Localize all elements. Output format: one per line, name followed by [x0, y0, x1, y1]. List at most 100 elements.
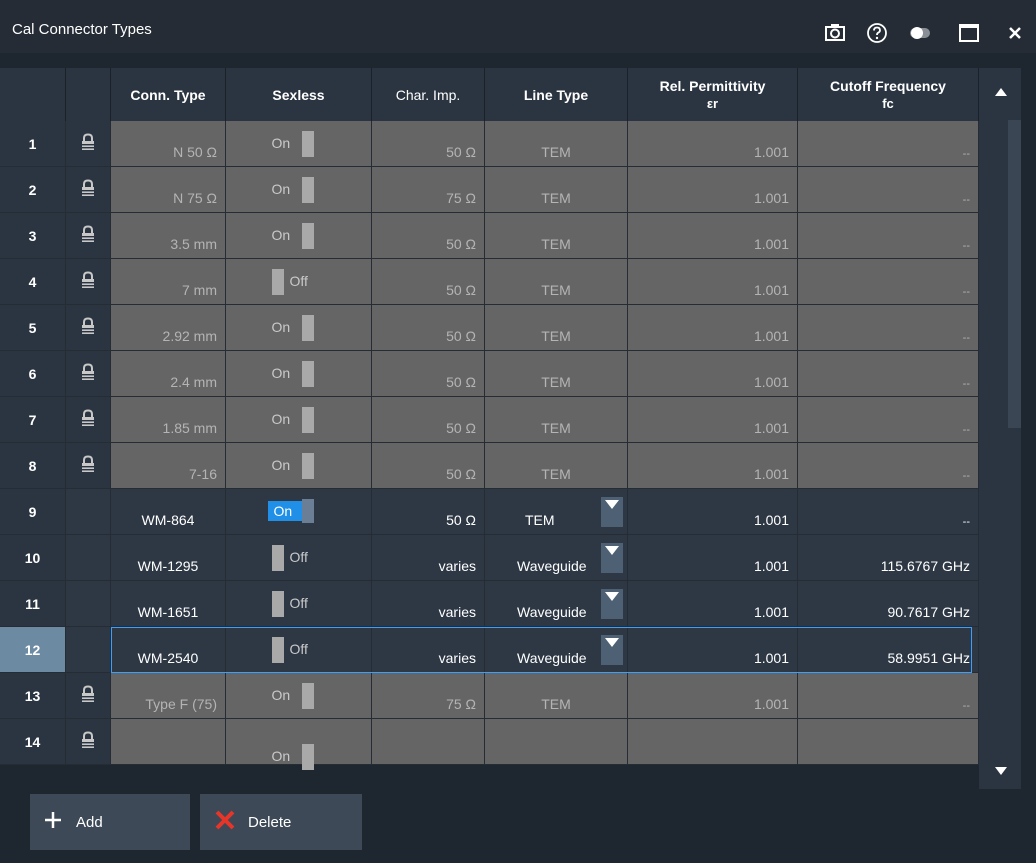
line-type-dropdown-icon[interactable]: [601, 497, 623, 527]
row-number[interactable]: 13: [0, 673, 66, 719]
sexless-cell[interactable]: On: [226, 121, 372, 167]
sexless-toggle[interactable]: Off: [264, 636, 334, 663]
table-row[interactable]: 12 WM-2540 Off varies Waveguide 1.001 58.9951 …: [0, 627, 979, 673]
conn-type-cell[interactable]: 3.5 mm: [111, 213, 226, 259]
sexless-cell[interactable]: Off: [226, 627, 372, 673]
row-number[interactable]: 4: [0, 259, 66, 305]
line-type-cell[interactable]: TEM: [485, 443, 628, 489]
sexless-cell[interactable]: On: [226, 305, 372, 351]
sexless-cell[interactable]: On: [226, 397, 372, 443]
sexless-toggle[interactable]: Off: [264, 544, 334, 571]
char-imp-cell[interactable]: 50 Ω: [372, 351, 485, 397]
table-row[interactable]: 13 Type F (75) On 75 Ω TEM 1.001 --: [0, 673, 979, 719]
cutoff-frequency-cell[interactable]: --: [798, 259, 979, 305]
char-imp-cell[interactable]: 50 Ω: [372, 489, 485, 535]
table-row[interactable]: 2 N 75 Ω On 75 Ω TEM 1.001 --: [0, 167, 979, 213]
sexless-toggle[interactable]: On: [264, 314, 334, 341]
line-type-cell[interactable]: TEM: [485, 673, 628, 719]
char-imp-cell[interactable]: varies: [372, 581, 485, 627]
line-type-cell[interactable]: [485, 719, 628, 765]
rel-permittivity-cell[interactable]: 1.001: [628, 121, 798, 167]
scroll-thumb[interactable]: [1008, 120, 1021, 428]
line-type-cell[interactable]: Waveguide: [485, 627, 628, 673]
sexless-toggle[interactable]: On: [264, 360, 334, 387]
table-row[interactable]: 11 WM-1651 Off varies Waveguide 1.001 90.7617 …: [0, 581, 979, 627]
char-imp-cell[interactable]: varies: [372, 627, 485, 673]
sexless-toggle[interactable]: On: [264, 176, 334, 203]
char-imp-cell[interactable]: 75 Ω: [372, 673, 485, 719]
camera-icon[interactable]: [824, 22, 846, 44]
conn-type-cell[interactable]: WM-2540: [111, 627, 226, 673]
conn-type-cell[interactable]: 7-16: [111, 443, 226, 489]
row-number[interactable]: 6: [0, 351, 66, 397]
header-cutoff-frequency[interactable]: Cutoff Frequency fc: [798, 68, 979, 121]
line-type-dropdown-icon[interactable]: [601, 635, 623, 665]
sexless-toggle[interactable]: On: [264, 406, 334, 433]
rel-permittivity-cell[interactable]: 1.001: [628, 351, 798, 397]
sexless-toggle[interactable]: On: [264, 498, 334, 525]
char-imp-cell[interactable]: 50 Ω: [372, 305, 485, 351]
help-icon[interactable]: [866, 22, 888, 44]
cutoff-frequency-cell[interactable]: 90.7617 GHz: [798, 581, 979, 627]
table-row[interactable]: 14 On: [0, 719, 979, 770]
line-type-cell[interactable]: TEM: [485, 397, 628, 443]
cutoff-frequency-cell[interactable]: --: [798, 305, 979, 351]
rel-permittivity-cell[interactable]: 1.001: [628, 397, 798, 443]
row-number[interactable]: 7: [0, 397, 66, 443]
toggle-display-icon[interactable]: [908, 22, 930, 44]
line-type-cell[interactable]: TEM: [485, 259, 628, 305]
line-type-cell[interactable]: TEM: [485, 121, 628, 167]
sexless-cell[interactable]: Off: [226, 581, 372, 627]
header-char-imp[interactable]: Char. Imp.: [372, 68, 485, 121]
rel-permittivity-cell[interactable]: 1.001: [628, 305, 798, 351]
rel-permittivity-cell[interactable]: 1.001: [628, 535, 798, 581]
char-imp-cell[interactable]: 50 Ω: [372, 121, 485, 167]
rel-permittivity-cell[interactable]: 1.001: [628, 489, 798, 535]
char-imp-cell[interactable]: [372, 719, 485, 765]
row-number[interactable]: 14: [0, 719, 66, 765]
sexless-cell[interactable]: Off: [226, 259, 372, 305]
table-row[interactable]: 8 7-16 On 50 Ω TEM 1.001 --: [0, 443, 979, 489]
cutoff-frequency-cell[interactable]: [798, 719, 979, 765]
row-number[interactable]: 9: [0, 489, 66, 535]
line-type-cell[interactable]: Waveguide: [485, 581, 628, 627]
row-number[interactable]: 5: [0, 305, 66, 351]
conn-type-cell[interactable]: [111, 719, 226, 765]
rel-permittivity-cell[interactable]: 1.001: [628, 443, 798, 489]
header-rel-permittivity[interactable]: Rel. Permittivity εr: [628, 68, 798, 121]
maximize-icon[interactable]: [958, 22, 980, 44]
row-number[interactable]: 2: [0, 167, 66, 213]
sexless-cell[interactable]: On: [226, 213, 372, 259]
sexless-cell[interactable]: On: [226, 443, 372, 489]
sexless-toggle[interactable]: On: [264, 222, 334, 249]
cutoff-frequency-cell[interactable]: --: [798, 443, 979, 489]
char-imp-cell[interactable]: 75 Ω: [372, 167, 485, 213]
cutoff-frequency-cell[interactable]: --: [798, 213, 979, 259]
conn-type-cell[interactable]: 2.92 mm: [111, 305, 226, 351]
cutoff-frequency-cell[interactable]: --: [798, 121, 979, 167]
sexless-cell[interactable]: On: [226, 673, 372, 719]
cutoff-frequency-cell[interactable]: --: [798, 167, 979, 213]
add-button[interactable]: Add: [30, 794, 190, 850]
conn-type-cell[interactable]: 1.85 mm: [111, 397, 226, 443]
header-conn-type[interactable]: Conn. Type: [111, 68, 226, 121]
table-row[interactable]: 6 2.4 mm On 50 Ω TEM 1.001 --: [0, 351, 979, 397]
conn-type-cell[interactable]: N 50 Ω: [111, 121, 226, 167]
char-imp-cell[interactable]: varies: [372, 535, 485, 581]
rel-permittivity-cell[interactable]: 1.001: [628, 673, 798, 719]
row-number[interactable]: 12: [0, 627, 66, 673]
conn-type-cell[interactable]: Type F (75): [111, 673, 226, 719]
cutoff-frequency-cell[interactable]: --: [798, 397, 979, 443]
cutoff-frequency-cell[interactable]: --: [798, 673, 979, 719]
sexless-cell[interactable]: On: [226, 167, 372, 213]
char-imp-cell[interactable]: 50 Ω: [372, 443, 485, 489]
delete-button[interactable]: Delete: [200, 794, 362, 850]
row-number[interactable]: 1: [0, 121, 66, 167]
line-type-dropdown-icon[interactable]: [601, 589, 623, 619]
sexless-toggle[interactable]: On: [264, 130, 334, 157]
conn-type-cell[interactable]: WM-864: [111, 489, 226, 535]
sexless-toggle[interactable]: On: [264, 743, 334, 770]
line-type-cell[interactable]: TEM: [485, 489, 628, 535]
row-number[interactable]: 10: [0, 535, 66, 581]
table-row[interactable]: 1 N 50 Ω On 50 Ω TEM 1.001 --: [0, 121, 979, 167]
